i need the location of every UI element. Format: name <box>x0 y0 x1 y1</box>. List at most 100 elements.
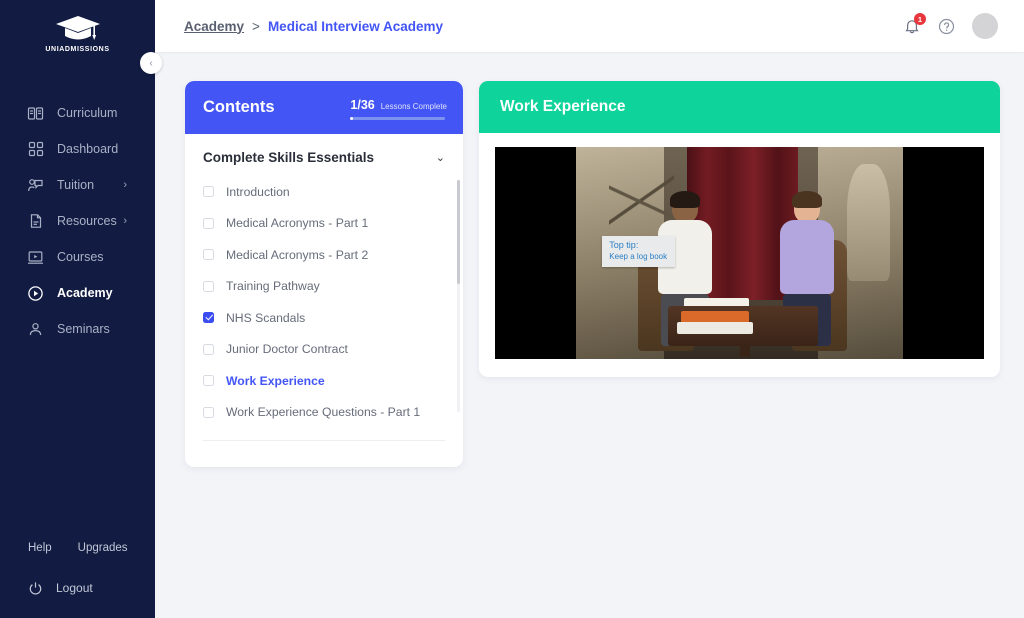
sidebar: UNIADMISSIONS Curriculum <box>0 0 155 618</box>
chevron-left-icon: ‹ <box>149 58 152 69</box>
video-overlay-tip: Top tip: Keep a log book <box>602 236 675 267</box>
grid-squares-icon <box>27 141 44 158</box>
tip-body: Keep a log book <box>609 252 667 262</box>
lesson-item[interactable]: Medical Acronyms - Part 1 <box>203 208 445 240</box>
lesson-checkbox[interactable] <box>203 407 214 418</box>
section-title: Complete Skills Essentials <box>203 150 374 165</box>
lesson-checkbox[interactable] <box>203 312 214 323</box>
contents-panel: Contents 1/36 Lessons Complete Complete … <box>185 81 463 467</box>
sidebar-item-tuition[interactable]: Tuition › <box>0 167 155 203</box>
sidebar-item-label: Seminars <box>57 322 110 336</box>
help-link[interactable]: Help <box>28 542 52 554</box>
contents-header: Contents 1/36 Lessons Complete <box>185 81 463 134</box>
lesson-item[interactable]: Junior Doctor Contract <box>203 334 445 366</box>
person-chat-icon <box>27 177 44 194</box>
lesson-label: Work Experience Questions - Part 1 <box>226 405 420 419</box>
lesson-item[interactable]: Medical Acronyms - Part 2 <box>203 239 445 271</box>
question-circle-icon[interactable] <box>938 18 955 35</box>
upgrades-link[interactable]: Upgrades <box>78 542 128 554</box>
logout-button[interactable]: Logout <box>0 580 155 596</box>
lesson-checkbox[interactable] <box>203 375 214 386</box>
lesson-list: Introduction Medical Acronyms - Part 1 Med… <box>185 176 463 428</box>
sidebar-item-label: Tuition <box>57 178 94 192</box>
lesson-checkbox[interactable] <box>203 218 214 229</box>
app-root: UNIADMISSIONS Curriculum <box>0 0 1024 618</box>
scene-statue <box>847 164 889 281</box>
notification-badge: 1 <box>914 13 926 25</box>
breadcrumb-separator: > <box>252 19 260 34</box>
sidebar-item-courses[interactable]: Courses <box>0 239 155 275</box>
video-panel: Work Experience <box>479 81 1000 377</box>
video-player[interactable]: Top tip: Keep a log book <box>495 147 984 359</box>
video-title: Work Experience <box>500 98 626 116</box>
sidebar-nav: Curriculum Dashboard <box>0 95 155 347</box>
lesson-label: Medical Acronyms - Part 1 <box>226 216 368 230</box>
lesson-checkbox[interactable] <box>203 186 214 197</box>
video-body: Top tip: Keep a log book <box>479 133 1000 377</box>
lesson-item[interactable]: Work Experience Questions - Part 1 <box>203 397 445 429</box>
sidebar-item-seminars[interactable]: Seminars <box>0 311 155 347</box>
sidebar-item-dashboard[interactable]: Dashboard <box>0 131 155 167</box>
sidebar-item-resources[interactable]: Resources › <box>0 203 155 239</box>
lesson-item[interactable]: Work Experience <box>203 365 445 397</box>
content-area: Contents 1/36 Lessons Complete Complete … <box>155 52 1024 618</box>
brand-name: UNIADMISSIONS <box>45 46 109 53</box>
chevron-right-icon: › <box>123 179 127 191</box>
lesson-item[interactable]: Introduction <box>203 176 445 208</box>
chevron-down-icon[interactable]: ⌄ <box>436 151 445 164</box>
lesson-item[interactable]: Training Pathway <box>203 271 445 303</box>
lesson-label: Work Experience <box>226 374 325 388</box>
play-circle-icon <box>27 285 44 302</box>
top-bar-actions: 1 <box>903 13 998 39</box>
lesson-label: NHS Scandals <box>226 311 305 325</box>
chevron-right-icon: › <box>123 215 127 227</box>
graduation-cap-icon <box>55 14 101 44</box>
scrollbar-thumb[interactable] <box>457 180 460 284</box>
lesson-label: Introduction <box>226 185 290 199</box>
open-book-icon <box>27 105 44 122</box>
avatar[interactable] <box>972 13 998 39</box>
person-icon <box>27 321 44 338</box>
breadcrumb-current[interactable]: Medical Interview Academy <box>268 19 443 34</box>
lesson-list-scrollbar[interactable] <box>457 180 460 412</box>
sidebar-footer: Help Upgrades Logout <box>0 542 155 618</box>
lesson-label: Junior Doctor Contract <box>226 342 348 356</box>
sidebar-footer-links: Help Upgrades <box>0 542 155 554</box>
lesson-label: Training Pathway <box>226 279 320 293</box>
progress-bar-fill <box>350 117 353 120</box>
breadcrumb: Academy > Medical Interview Academy <box>184 19 443 34</box>
sidebar-collapse-button[interactable]: ‹ <box>140 52 162 74</box>
lesson-progress: 1/36 Lessons Complete <box>350 95 447 120</box>
notifications-button[interactable]: 1 <box>903 17 921 35</box>
lesson-item[interactable]: NHS Scandals <box>203 302 445 334</box>
top-bar: Academy > Medical Interview Academy 1 <box>155 0 1024 52</box>
sidebar-item-label: Courses <box>57 250 104 264</box>
contents-title: Contents <box>203 98 275 117</box>
contents-footer <box>185 441 463 467</box>
main-area: Academy > Medical Interview Academy 1 <box>155 0 1024 618</box>
power-icon <box>27 580 43 596</box>
section-header[interactable]: Complete Skills Essentials ⌄ <box>185 134 463 176</box>
brand-logo[interactable]: UNIADMISSIONS <box>0 0 155 53</box>
lesson-checkbox[interactable] <box>203 281 214 292</box>
sidebar-item-curriculum[interactable]: Curriculum <box>0 95 155 131</box>
monitor-play-icon <box>27 249 44 266</box>
progress-count: 1/36 <box>350 98 374 112</box>
document-icon <box>27 213 44 230</box>
sidebar-item-label: Resources <box>57 214 117 228</box>
video-scene: Top tip: Keep a log book <box>576 147 903 359</box>
sidebar-item-label: Curriculum <box>57 106 117 120</box>
lesson-checkbox[interactable] <box>203 344 214 355</box>
lesson-label: Medical Acronyms - Part 2 <box>226 248 368 262</box>
sidebar-item-label: Dashboard <box>57 142 118 156</box>
sidebar-item-label: Academy <box>57 286 113 300</box>
sidebar-item-academy[interactable]: Academy <box>0 275 155 311</box>
breadcrumb-root[interactable]: Academy <box>184 19 244 34</box>
progress-bar-track <box>350 117 445 120</box>
progress-label: Lessons Complete <box>381 102 447 111</box>
tip-title: Top tip: <box>609 240 667 252</box>
lesson-checkbox[interactable] <box>203 249 214 260</box>
video-header: Work Experience <box>479 81 1000 133</box>
scene-book-white <box>677 322 752 334</box>
logout-label: Logout <box>56 581 93 595</box>
